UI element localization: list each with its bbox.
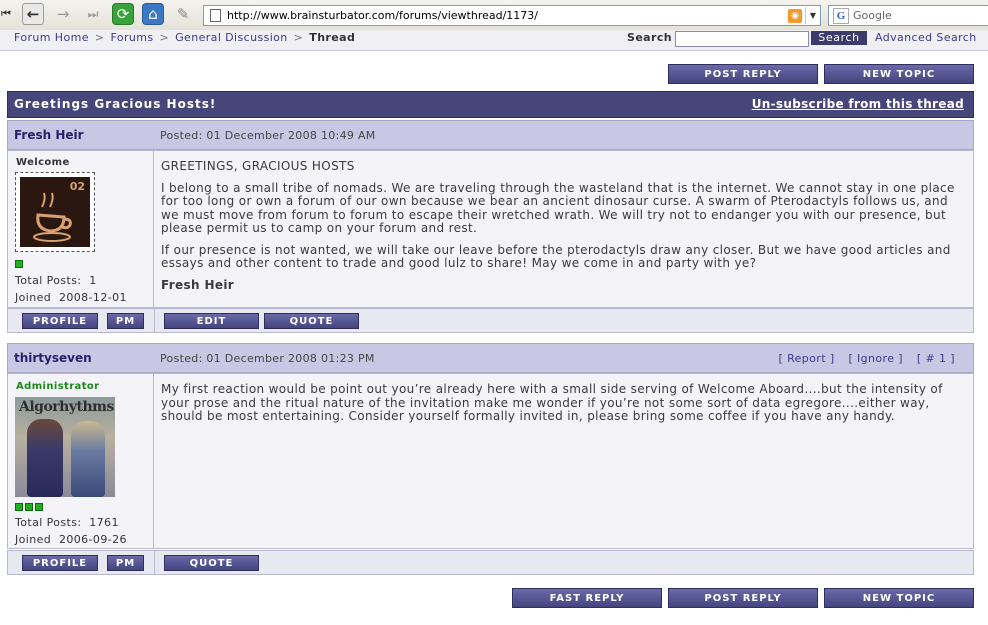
total-posts-value: 1761 [89,516,119,529]
advanced-search-link[interactable]: Advanced Search [875,31,977,44]
quote-button[interactable]: QUOTE [264,313,359,329]
joined-date: Joined 2006-09-26 [15,533,127,546]
back-button[interactable]: ← [22,3,44,25]
quote-button[interactable]: QUOTE [164,555,259,571]
edit-button[interactable]: EDIT [164,313,259,329]
breadcrumb-general-discussion[interactable]: General Discussion [175,31,288,44]
author-avatar: 02 [15,172,95,252]
fast-reply-button[interactable]: FAST REPLY [512,588,662,608]
author-panel: Administrator Algorhythms Total Posts: 1… [7,373,154,549]
joined-label: Joined [15,533,52,546]
new-topic-button[interactable]: NEW TOPIC [824,588,974,608]
thread-title: Greetings Gracious Hosts! [14,97,217,111]
post-author[interactable]: Fresh Heir [14,128,84,142]
footer-divider [154,309,155,332]
pm-button[interactable]: PM [107,313,144,329]
breadcrumb-separator: > [159,31,170,44]
tools-icon[interactable]: ✎ [172,3,194,25]
post-paragraph: My first reaction would be point out you… [161,382,943,423]
total-posts-label: Total Posts: [15,274,82,287]
thread-title-bar: Greetings Gracious Hosts! Un-subscribe f… [7,91,974,118]
post-signature: Fresh Heir [161,277,235,292]
footer-divider [154,551,155,574]
post-reply-button[interactable]: POST REPLY [668,588,818,608]
rank-pips [15,260,23,268]
total-posts: Total Posts: 1 [15,274,97,287]
forum-header: Forum Home > Forums > General Discussion > Thr… [0,30,988,51]
post-paragraph: If our presence is not wanted, we will t… [161,242,951,270]
online-pip-icon [35,503,43,511]
unsubscribe-link[interactable]: Un-subscribe from this thread [752,97,964,111]
forum-search-button[interactable]: Search [811,31,867,45]
post-reply-button[interactable]: POST REPLY [668,64,818,84]
joined-date: Joined 2008-12-01 [15,291,127,304]
stamp-cup-icon: 02 [20,177,90,247]
first-icon[interactable]: ⏮ [0,3,12,25]
profile-button[interactable]: PROFILE [22,555,98,571]
post-header: Fresh Heir Posted: 01 December 2008 10:4… [7,120,974,150]
breadcrumb-forum-home[interactable]: Forum Home [14,31,89,44]
post-date: Posted: 01 December 2008 10:49 AM [160,129,376,142]
post-date: Posted: 01 December 2008 01:23 PM [160,352,375,365]
url-text[interactable]: http://www.brainsturbator.com/forums/vie… [227,9,788,22]
last-icon[interactable]: ⏭ [82,3,104,25]
total-posts-label: Total Posts: [15,516,82,529]
breadcrumb-separator: > [94,31,105,44]
author-panel: Welcome 02 Total Posts: 1 Joined 2008-12… [7,150,154,308]
address-dropdown-icon[interactable]: ▼ [805,7,820,24]
refresh-button[interactable]: ⟳ [112,3,134,25]
post-footer: PROFILE PM QUOTE [7,550,974,575]
page-icon [210,9,221,22]
joined-value: 2008-12-01 [58,291,127,304]
author-rank: Administrator [16,381,100,392]
post-author[interactable]: thirtyseven [14,351,92,365]
breadcrumb-current: Thread [309,31,356,44]
breadcrumb-forums[interactable]: Forums [110,31,153,44]
new-topic-button[interactable]: NEW TOPIC [824,64,974,84]
home-button[interactable]: ⌂ [142,3,164,25]
post-footer: PROFILE PM EDIT QUOTE [7,308,974,333]
online-pip-icon [25,503,33,511]
avatar-figure [71,421,105,497]
joined-label: Joined [15,291,52,304]
online-pip-icon [15,260,23,268]
avatar-banner: Algorhythms [19,399,114,415]
rank-pips [15,503,43,511]
rss-icon[interactable]: ◉ [788,8,802,23]
breadcrumb-separator: > [293,31,304,44]
browser-search-placeholder[interactable]: Google [853,9,892,22]
post-number-link[interactable]: [ # 1 ] [917,352,955,365]
online-pip-icon [15,503,23,511]
cup-icon [33,192,72,242]
post-links: [ Report ] [ Ignore ] [ # 1 ] [768,352,955,365]
browser-toolbar: ⏮ ← → ⏭ ⟳ ⌂ ✎ http://www.brainsturbator.… [0,0,988,31]
total-posts-value: 1 [89,274,97,287]
total-posts: Total Posts: 1761 [15,516,119,529]
forum-search-input[interactable] [675,31,809,47]
author-rank: Welcome [16,157,70,168]
ignore-link[interactable]: [ Ignore ] [848,352,903,365]
pm-button[interactable]: PM [107,555,144,571]
report-link[interactable]: [ Report ] [778,352,834,365]
breadcrumb: Forum Home > Forums > General Discussion > Thr… [14,31,355,44]
profile-button[interactable]: PROFILE [22,313,98,329]
joined-value: 2006-09-26 [58,533,127,546]
post-paragraph: GREETINGS, GRACIOUS HOSTS [161,159,355,173]
author-avatar: Algorhythms [15,397,115,497]
avatar-figure [27,419,63,497]
post-paragraph: I belong to a small tribe of nomads. We … [161,180,955,235]
forum-search-label: Search [627,31,672,44]
browser-search-box[interactable]: G Google [828,5,988,26]
post-header: thirtyseven Posted: 01 December 2008 01:… [7,343,974,373]
google-icon: G [833,7,849,24]
post-body: GREETINGS, GRACIOUS HOSTS I belong to a … [154,150,974,308]
forward-button[interactable]: → [52,3,74,25]
address-bar[interactable]: http://www.brainsturbator.com/forums/vie… [203,5,821,26]
post-body: My first reaction would be point out you… [154,373,974,549]
